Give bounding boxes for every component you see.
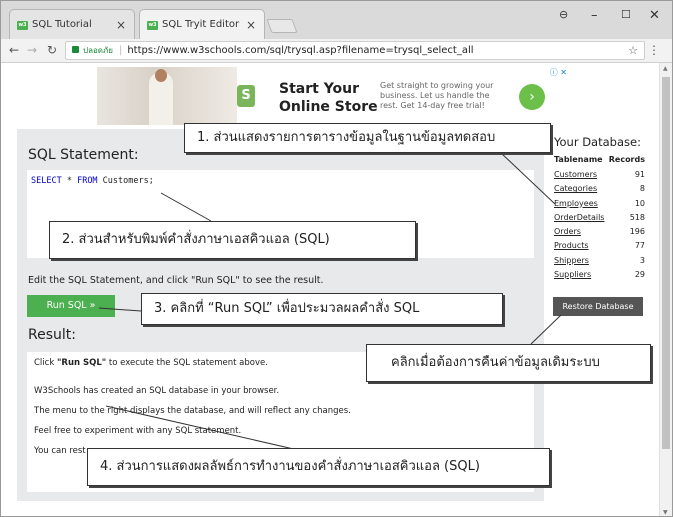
database-table-header: Tablename Records bbox=[554, 155, 645, 164]
result-heading: Result: bbox=[28, 327, 76, 343]
close-tab-icon[interactable]: × bbox=[246, 10, 256, 40]
table-row: Shippers 3 bbox=[554, 254, 645, 268]
table-row: Categories 8 bbox=[554, 182, 645, 196]
record-count: 196 bbox=[629, 227, 645, 237]
table-row: Employees 10 bbox=[554, 197, 645, 211]
scroll-thumb[interactable] bbox=[662, 77, 670, 449]
table-row: Orders 196 bbox=[554, 225, 645, 239]
browser-window: w3 SQL Tutorial × w3 SQL Tryit Editor v1… bbox=[0, 0, 673, 517]
restore-database-button[interactable]: Restore Database bbox=[553, 297, 643, 316]
menu-dots-icon[interactable]: ⋮ bbox=[648, 43, 660, 57]
back-arrow-icon[interactable]: ← bbox=[9, 43, 19, 57]
record-count: 29 bbox=[634, 270, 645, 280]
bookmark-star-icon[interactable]: ☆ bbox=[628, 42, 638, 59]
record-count: 518 bbox=[629, 212, 645, 222]
callout-sql-input: 2. ส่วนสำหรับพิมพ์คำสั่งภาษาเอสคิวแอล (S… bbox=[49, 221, 416, 259]
database-table-list: Tablename Records Customers 91 Categories… bbox=[554, 155, 645, 282]
table-row: Customers 91 bbox=[554, 168, 645, 182]
shopify-bag-icon: S bbox=[237, 85, 255, 107]
tab-strip: w3 SQL Tutorial × w3 SQL Tryit Editor v1… bbox=[1, 1, 672, 60]
ad-person-head bbox=[155, 69, 167, 82]
record-count: 8 bbox=[639, 184, 645, 194]
new-tab-button[interactable] bbox=[266, 19, 298, 33]
record-count: 10 bbox=[634, 198, 645, 208]
w3schools-favicon-icon: w3 bbox=[17, 21, 28, 30]
result-line: Feel free to experiment with any SQL sta… bbox=[34, 426, 242, 436]
browser-toolbar: ← → ↻ ปลอดภัย | https://www.w3schools.com/… bbox=[1, 39, 672, 63]
table-link[interactable]: OrderDetails bbox=[554, 211, 604, 225]
col-tablename: Tablename bbox=[554, 155, 603, 164]
sql-code-star: * bbox=[61, 176, 78, 186]
sql-keyword: SELECT bbox=[31, 176, 62, 186]
record-count: 77 bbox=[634, 241, 645, 251]
maximize-icon[interactable]: ☐ bbox=[621, 8, 631, 21]
close-tab-icon[interactable]: × bbox=[116, 10, 126, 40]
record-count: 3 bbox=[639, 255, 645, 265]
database-title: Your Database: bbox=[554, 135, 641, 149]
forward-arrow-icon[interactable]: → bbox=[27, 43, 37, 57]
sql-keyword: FROM bbox=[77, 176, 98, 186]
tab-label: SQL Tutorial bbox=[32, 19, 92, 30]
sql-code-rest: Customers; bbox=[97, 176, 154, 186]
table-link[interactable]: Suppliers bbox=[554, 268, 591, 282]
record-count: 91 bbox=[634, 170, 645, 179]
reload-icon[interactable]: ↻ bbox=[47, 43, 57, 57]
url-text: https://www.w3schools.com/sql/trysql.asp… bbox=[127, 45, 474, 56]
table-row: Products 77 bbox=[554, 239, 645, 253]
result-line: The menu to the right displays the datab… bbox=[34, 406, 351, 416]
table-link[interactable]: Customers bbox=[554, 168, 597, 182]
callout-table-list: 1. ส่วนแสดงรายการตารางข้อมูลในฐานข้อมูลท… bbox=[184, 123, 551, 153]
lock-icon bbox=[72, 46, 79, 53]
ad-arrow-button[interactable]: › bbox=[519, 84, 545, 110]
table-link[interactable]: Employees bbox=[554, 197, 598, 211]
window-close-icon[interactable]: ✕ bbox=[649, 8, 660, 23]
scroll-down-arrow-icon[interactable]: ▼ bbox=[663, 509, 668, 516]
result-line: W3Schools has created an SQL database in… bbox=[34, 386, 280, 396]
table-row: OrderDetails 518 bbox=[554, 211, 645, 225]
w3schools-favicon-icon: w3 bbox=[147, 21, 158, 30]
table-link[interactable]: Products bbox=[554, 239, 589, 253]
ad-choices-icon[interactable]: ⓘ ✕ bbox=[550, 67, 567, 78]
tab-sql-tryit-editor[interactable]: w3 SQL Tryit Editor v1.5 × bbox=[139, 9, 265, 60]
ad-photo bbox=[97, 67, 237, 125]
scroll-up-arrow-icon[interactable]: ▲ bbox=[663, 65, 668, 72]
minimize-icon[interactable]: – bbox=[591, 8, 598, 23]
table-link[interactable]: Shippers bbox=[554, 254, 589, 268]
edit-instruction: Edit the SQL Statement, and click "Run S… bbox=[28, 275, 324, 286]
table-link[interactable]: Categories bbox=[554, 182, 597, 196]
ad-title: Start Your Online Store bbox=[279, 81, 378, 115]
callout-result: 4. ส่วนการแสดงผลลัพธ์การทำงานของคำสั่งภา… bbox=[87, 448, 550, 486]
sql-statement-heading: SQL Statement: bbox=[28, 147, 139, 163]
ad-text: Get straight to growing your business. L… bbox=[380, 81, 494, 110]
table-link[interactable]: Orders bbox=[554, 225, 581, 239]
address-bar[interactable]: ปลอดภัย | https://www.w3schools.com/sql/tr… bbox=[65, 41, 645, 60]
col-records: Records bbox=[608, 155, 645, 164]
callout-restore: คลิกเมื่อต้องการคืนค่าข้อมูลเดิมระบบ bbox=[366, 344, 651, 382]
profile-icon[interactable]: ⊖ bbox=[559, 8, 568, 21]
callout-run-sql: 3. คลิกที่ “Run SQL” เพื่อประมวลผลคำสั่ง… bbox=[141, 293, 503, 325]
advertisement[interactable]: S Start Your Online Store Get straight t… bbox=[97, 67, 569, 125]
secure-label: ปลอดภัย bbox=[83, 46, 113, 55]
table-row: Suppliers 29 bbox=[554, 268, 645, 282]
tab-sql-tutorial[interactable]: w3 SQL Tutorial × bbox=[9, 9, 135, 39]
vertical-scrollbar[interactable]: ▲ ▼ bbox=[659, 63, 672, 516]
address-separator: | bbox=[118, 45, 123, 56]
run-sql-button[interactable]: Run SQL » bbox=[27, 295, 115, 317]
